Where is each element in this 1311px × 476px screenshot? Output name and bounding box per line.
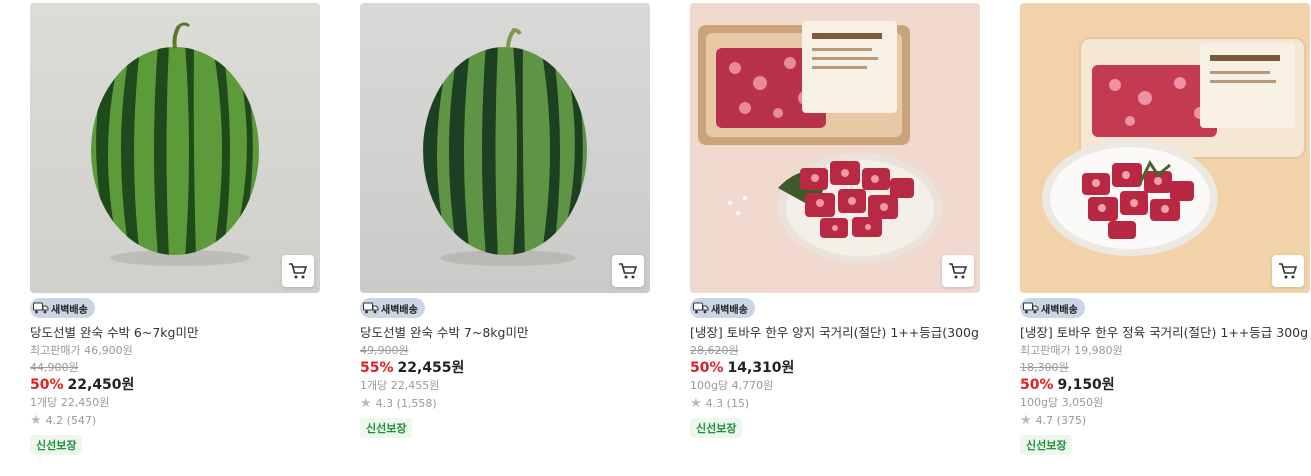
dawn-delivery-badge: 새벽배송 (360, 298, 425, 318)
unit-price: 1개당 22,455원 (360, 379, 440, 392)
fresh-guarantee-badge: 신선보장 (360, 418, 413, 438)
fresh-guarantee-badge: 신선보장 (1020, 435, 1073, 455)
truck-icon (693, 302, 709, 314)
original-price: 28,620원 (690, 344, 739, 357)
badge-label: 새벽배송 (1041, 304, 1078, 316)
star-icon: ★ (30, 413, 42, 428)
price-row: 50% 9,150원 (1020, 376, 1310, 394)
discount-rate: 50% (1020, 377, 1054, 393)
badge-label: 새벽배송 (381, 304, 418, 316)
rating: ★ 4.3 (1,558) (360, 395, 650, 412)
cart-icon (289, 263, 308, 279)
top-price-label: 최고판매가 46,900원 (30, 344, 133, 357)
product-image[interactable] (30, 3, 320, 293)
discount-rate: 50% (30, 377, 64, 393)
price-row: 50% 22,450원 (30, 376, 320, 394)
price-row: 50% 14,310원 (690, 359, 980, 377)
product-card-watermelon-7-8kg[interactable]: 새벽배송 당도선별 완숙 수박 7~8kg미만 49,900원 55% 22,45… (360, 3, 650, 438)
fresh-guarantee-badge: 신선보장 (690, 418, 743, 438)
product-title[interactable]: 당도선별 완숙 수박 6~7kg미만 (30, 324, 320, 342)
watermelon-image (30, 3, 320, 293)
unit-price: 100g당 4,770원 (690, 379, 774, 392)
star-icon: ★ (690, 396, 702, 411)
product-card-hanwoo-jeongyuk[interactable]: 새벽배송 [냉장] 토바우 한우 정육 국거리(절단) 1++등급 300g 최… (1020, 3, 1310, 455)
sale-price: 22,450원 (67, 377, 135, 393)
rating-text: 4.7 (375) (1035, 414, 1087, 427)
sale-price: 22,455원 (397, 360, 465, 376)
rating: ★ 4.2 (547) (30, 412, 320, 429)
rating-text: 4.2 (547) (45, 414, 97, 427)
badge-label: 새벽배송 (711, 304, 748, 316)
product-image[interactable] (360, 3, 650, 293)
sale-price: 9,150원 (1057, 377, 1115, 393)
truck-icon (363, 302, 379, 314)
rating: ★ 4.7 (375) (1020, 412, 1310, 429)
product-title[interactable]: [냉장] 토바우 한우 정육 국거리(절단) 1++등급 300g (1020, 324, 1310, 342)
discount-rate: 50% (690, 360, 724, 376)
watermelon-image (360, 3, 650, 293)
dawn-delivery-badge: 새벽배송 (1020, 298, 1085, 318)
unit-price: 1개당 22,450원 (30, 396, 110, 409)
cart-icon (619, 263, 638, 279)
top-price-label: 최고판매가 19,980원 (1020, 344, 1123, 357)
truck-icon (33, 302, 49, 314)
discount-rate: 55% (360, 360, 394, 376)
fresh-guarantee-badge: 신선보장 (30, 435, 83, 455)
unit-price: 100g당 3,050원 (1020, 396, 1104, 409)
product-image[interactable] (1020, 3, 1310, 293)
product-card-watermelon-6-7kg[interactable]: 새벽배송 당도선별 완숙 수박 6~7kg미만 최고판매가 46,900원 44… (30, 3, 320, 455)
original-price: 18,300원 (1020, 361, 1069, 374)
product-card-hanwoo-brisket[interactable]: 새벽배송 [냉장] 토바우 한우 양지 국거리(절단) 1++등급(300g) … (690, 3, 980, 438)
badge-label: 새벽배송 (51, 304, 88, 316)
sale-price: 14,310원 (727, 360, 795, 376)
original-price: 49,900원 (360, 344, 409, 357)
rating-text: 4.3 (15) (705, 397, 750, 410)
add-to-cart-button[interactable] (1272, 255, 1304, 287)
dawn-delivery-badge: 새벽배송 (30, 298, 95, 318)
beef-package-image (690, 3, 980, 293)
product-image[interactable] (690, 3, 980, 293)
beef-plate-image (1020, 3, 1310, 293)
star-icon: ★ (360, 396, 372, 411)
dawn-delivery-badge: 새벽배송 (690, 298, 755, 318)
price-row: 55% 22,455원 (360, 359, 650, 377)
star-icon: ★ (1020, 413, 1032, 428)
cart-icon (1279, 263, 1298, 279)
product-title[interactable]: [냉장] 토바우 한우 양지 국거리(절단) 1++등급(300g) (690, 324, 980, 342)
original-price: 44,900원 (30, 361, 79, 374)
add-to-cart-button[interactable] (942, 255, 974, 287)
product-title[interactable]: 당도선별 완숙 수박 7~8kg미만 (360, 324, 650, 342)
rating-text: 4.3 (1,558) (375, 397, 437, 410)
add-to-cart-button[interactable] (612, 255, 644, 287)
rating: ★ 4.3 (15) (690, 395, 980, 412)
add-to-cart-button[interactable] (282, 255, 314, 287)
truck-icon (1023, 302, 1039, 314)
cart-icon (949, 263, 968, 279)
